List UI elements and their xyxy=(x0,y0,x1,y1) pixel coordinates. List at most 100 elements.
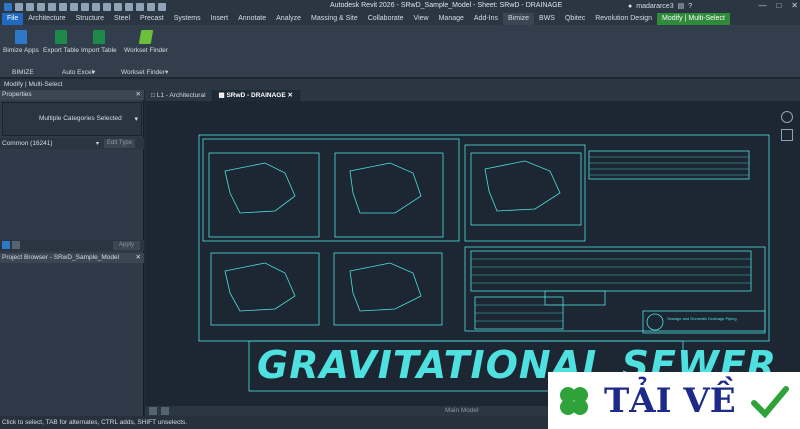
tab-file[interactable]: File xyxy=(2,13,24,25)
chevron-down-icon[interactable]: ▾ xyxy=(96,140,99,147)
workset-finder-icon xyxy=(138,30,154,44)
sun-path-icon[interactable] xyxy=(161,407,169,415)
type-selector[interactable]: Multiple Categories Selected ▾ xyxy=(2,102,142,136)
navigation-bar xyxy=(775,101,800,406)
watermark: TẢI VỀ xyxy=(548,372,800,429)
close-icon[interactable]: ✕ xyxy=(791,1,798,10)
cart-icon[interactable]: ▤ xyxy=(678,2,685,10)
title-block xyxy=(642,310,766,334)
viewport-frame-1 xyxy=(202,138,460,242)
window-controls: — □ ✕ xyxy=(758,1,798,10)
view-tab-srwd-drainage[interactable]: ▩ SRwD - DRAINAGE ✕ xyxy=(212,90,300,101)
sheet-border xyxy=(198,134,770,342)
tab-massing-site[interactable]: Massing & Site xyxy=(306,13,363,25)
quick-access-toolbar xyxy=(0,2,166,11)
user-area: ● madararce3 ▤ ? xyxy=(628,2,692,11)
thin-lines-icon[interactable] xyxy=(136,2,144,11)
building-outline-2 xyxy=(349,162,422,214)
tab-steel[interactable]: Steel xyxy=(109,13,135,25)
steering-wheel-icon[interactable] xyxy=(781,111,793,123)
drawing-canvas[interactable]: Sewage and Domestic Drainage Piping GRAV… xyxy=(145,101,776,406)
panel-title-workset-finder[interactable]: Workset Finder xyxy=(121,69,165,76)
viewport-frame-2 xyxy=(464,144,586,242)
3d-view-icon[interactable] xyxy=(114,2,122,11)
panel-dropdown-icon[interactable]: ▾ xyxy=(165,68,168,76)
tab-bws[interactable]: BWS xyxy=(534,13,560,25)
measure-icon[interactable] xyxy=(81,2,89,11)
redo-icon[interactable] xyxy=(59,2,67,11)
tab-modify-multi-select[interactable]: Modify | Multi-Select xyxy=(657,13,730,25)
open-icon[interactable] xyxy=(15,2,23,11)
tab-annotate[interactable]: Annotate xyxy=(233,13,271,25)
tab-qbitec[interactable]: Qbitec xyxy=(560,13,590,25)
building-outline-5 xyxy=(349,262,422,312)
excel-export-icon xyxy=(55,30,67,44)
properties-sort-icon[interactable] xyxy=(12,241,20,249)
ribbon-tabs: File Architecture Structure Steel Precas… xyxy=(0,13,800,25)
tab-add-ins[interactable]: Add-Ins xyxy=(469,13,503,25)
minimize-icon[interactable]: — xyxy=(758,1,766,10)
close-icon[interactable]: ✕ xyxy=(136,90,144,100)
undo-icon[interactable] xyxy=(48,2,56,11)
properties-title: Properties xyxy=(2,91,32,98)
tab-architecture[interactable]: Architecture xyxy=(23,13,70,25)
workset-finder-label: Workset Finder xyxy=(124,47,168,54)
panel-dropdown-icon[interactable]: ▾ xyxy=(92,68,95,76)
apply-button[interactable]: Apply xyxy=(112,241,140,250)
workset-finder-button[interactable]: Workset Finder xyxy=(124,30,168,54)
text-icon[interactable] xyxy=(103,2,111,11)
tab-collaborate[interactable]: Collaborate xyxy=(363,13,409,25)
panel-title-bimize: BIMIZE xyxy=(12,68,34,76)
title-bar: Autodesk Revit 2026 - SRwD_Sample_Model … xyxy=(0,0,800,13)
chevron-down-icon[interactable]: ▾ xyxy=(134,115,138,123)
schedule-table-4 xyxy=(544,290,606,306)
import-table-button[interactable]: Import Table xyxy=(81,30,117,54)
help-icon[interactable]: ? xyxy=(688,3,692,10)
section-icon[interactable] xyxy=(125,2,133,11)
panel-title-auto-excel[interactable]: Auto Excel xyxy=(62,69,93,76)
plan-viewport-4 xyxy=(210,252,320,326)
export-table-button[interactable]: Export Table xyxy=(43,30,79,54)
close-icon[interactable]: ✕ xyxy=(136,253,144,263)
active-model[interactable]: Main Model xyxy=(445,406,479,416)
view-tab-l1-architectural[interactable]: □ L1 - Architectural xyxy=(145,90,213,101)
export-table-label: Export Table xyxy=(43,47,80,54)
username[interactable]: madararce3 xyxy=(636,3,673,10)
bimize-apps-button[interactable]: Bimize Apps xyxy=(3,30,39,54)
view-tab-label: L1 - Architectural xyxy=(156,92,206,99)
close-views-icon[interactable] xyxy=(147,2,155,11)
properties-header: Properties ✕ xyxy=(0,90,144,100)
print-icon[interactable] xyxy=(70,2,78,11)
window-title: Autodesk Revit 2026 - SRwD_Sample_Model … xyxy=(330,2,563,9)
properties-footer: Apply xyxy=(0,240,144,251)
import-table-label: Import Table xyxy=(81,47,117,54)
sync-icon[interactable] xyxy=(37,2,45,11)
tab-structure[interactable]: Structure xyxy=(71,13,109,25)
dimension-icon[interactable] xyxy=(92,2,100,11)
tab-insert[interactable]: Insert xyxy=(206,13,234,25)
save-icon[interactable] xyxy=(26,2,34,11)
plan-viewport-1 xyxy=(208,152,320,238)
visual-style-icon[interactable] xyxy=(149,407,157,415)
revit-logo-icon[interactable] xyxy=(4,2,12,11)
instance-filter[interactable]: Common (16241) xyxy=(2,140,53,147)
tab-view[interactable]: View xyxy=(409,13,434,25)
building-outline-3 xyxy=(484,160,561,212)
view-tab-label: SRwD - DRAINAGE xyxy=(226,92,286,99)
bimize-apps-label: Bimize Apps xyxy=(3,47,39,54)
type-selector-label: Multiple Categories Selected xyxy=(39,115,122,122)
tab-manage[interactable]: Manage xyxy=(434,13,469,25)
tab-precast[interactable]: Precast xyxy=(135,13,169,25)
switch-windows-icon[interactable] xyxy=(158,2,166,11)
tab-analyze[interactable]: Analyze xyxy=(271,13,306,25)
tab-systems[interactable]: Systems xyxy=(169,13,206,25)
ribbon-panel-titles: BIMIZE Auto Excel ▾ Workset Finder ▾ xyxy=(0,66,800,78)
edit-type-button[interactable]: Edit Type xyxy=(104,139,135,148)
maximize-icon[interactable]: □ xyxy=(776,1,781,10)
clover-icon xyxy=(560,386,588,415)
tab-revolution-design[interactable]: Revolution Design xyxy=(590,13,657,25)
properties-help-icon[interactable] xyxy=(2,241,10,249)
tab-bimize[interactable]: Bimize xyxy=(503,13,535,25)
zoom-icon[interactable] xyxy=(781,129,793,141)
bimize-apps-icon xyxy=(14,30,27,44)
